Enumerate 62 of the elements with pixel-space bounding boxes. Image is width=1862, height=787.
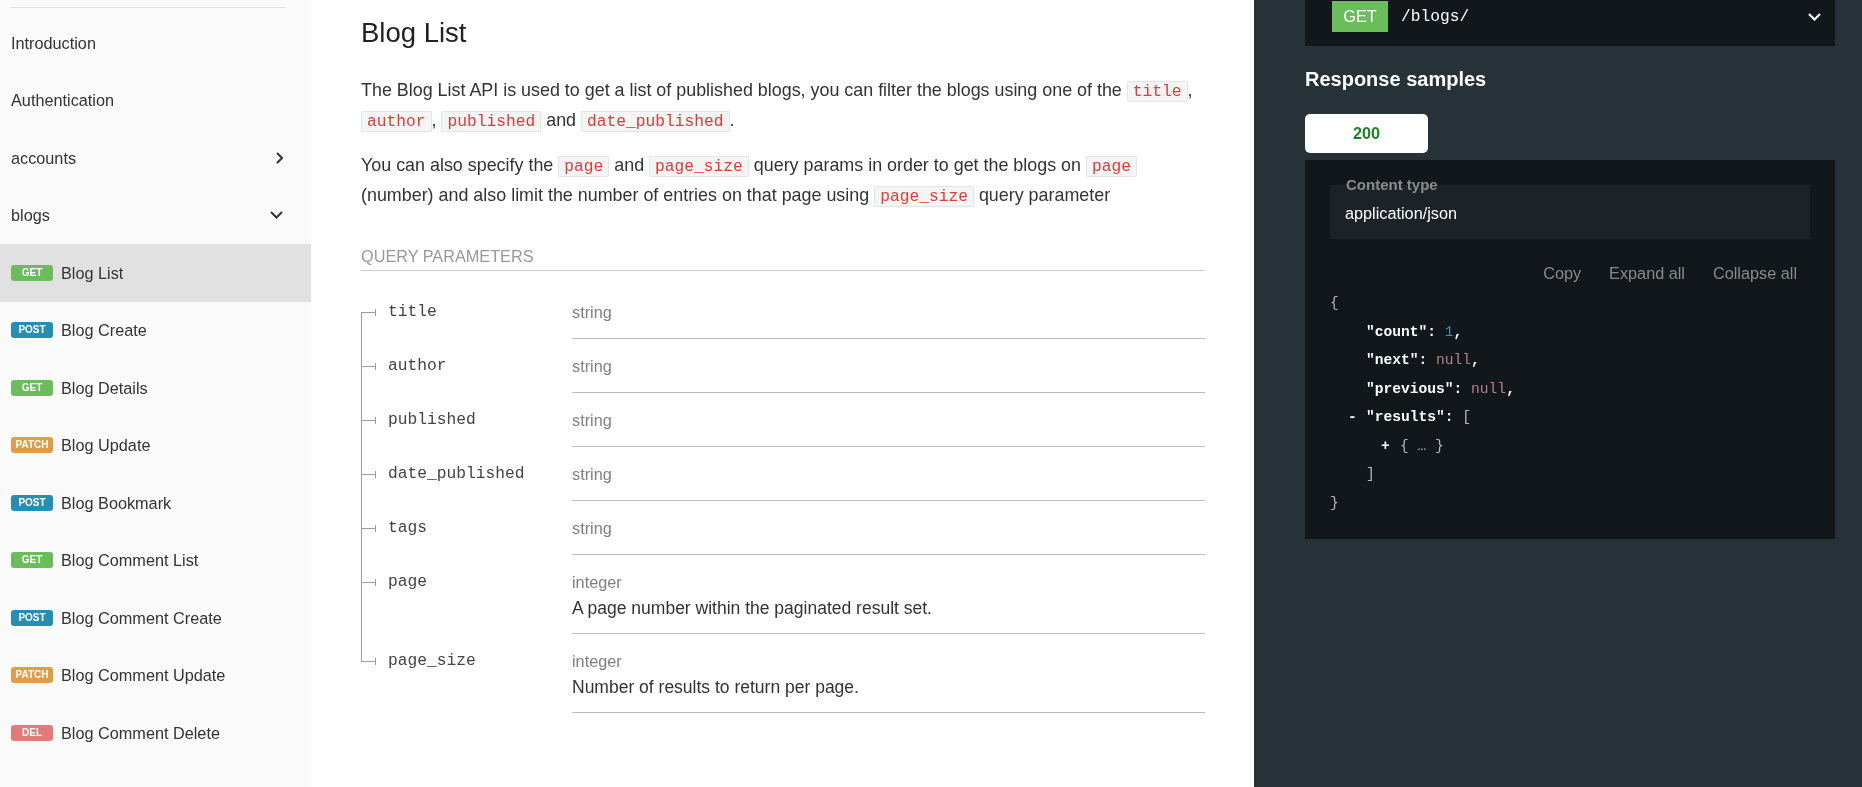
action-button[interactable]: Expand all [1604, 261, 1690, 285]
param-type: string [572, 464, 612, 484]
collapse-toggle[interactable]: - [1348, 407, 1357, 428]
param-type: string [572, 410, 612, 430]
description-paragraph: The Blog List API is used to get a list of published blogs, you can filter the blogs using one of the title , author , published and date_published . [361, 78, 1194, 134]
sidebar-item[interactable]: GET Blog List [0, 244, 311, 302]
code-line: "previous": null, [1366, 379, 1515, 399]
method-badge: GET [11, 552, 53, 569]
expand-toggle[interactable]: + [1381, 435, 1390, 456]
param-name: published [388, 410, 476, 430]
param-description: Number of results to return per page. [572, 676, 859, 698]
sidebar-item[interactable]: POST Blog Bookmark [0, 474, 311, 532]
method-badge: PATCH [11, 437, 53, 454]
endpoint-bar[interactable]: GET /blogs/ [1305, 0, 1835, 46]
sidebar-item[interactable]: Introduction [0, 14, 311, 72]
status-tab[interactable]: 200 [1305, 114, 1428, 153]
method-badge: DEL [11, 724, 53, 741]
method-badge: GET [11, 379, 53, 396]
sidebar-item[interactable]: PATCH Blog Comment Update [0, 646, 311, 704]
param-name: page_size [388, 651, 476, 671]
param-type: integer [572, 572, 622, 592]
code-line: ] [1366, 465, 1375, 484]
code-line: { [1330, 294, 1339, 313]
chevron-down-icon [1808, 13, 1821, 21]
section-heading: QUERY PARAMETERS [361, 245, 534, 266]
method-badge: POST [11, 609, 53, 626]
method-badge: GET [1332, 1, 1388, 32]
param-name: author [388, 356, 447, 376]
field-label: Content type [1345, 176, 1438, 194]
method-badge: POST [11, 494, 53, 511]
param-type: string [572, 518, 612, 538]
param-type: integer [572, 651, 622, 671]
sidebar-item[interactable]: POST Blog Comment Create [0, 589, 311, 647]
method-badge: PATCH [11, 667, 53, 684]
code-line: "count": 1, [1366, 322, 1463, 342]
sidebar-group[interactable]: accounts [0, 129, 311, 187]
sidebar-item[interactable]: POST Blog Create [0, 301, 311, 359]
code-line: "results": [ [1366, 408, 1472, 427]
sidebar-item[interactable]: DEL Blog Comment Delete [0, 704, 311, 762]
endpoint-path: /blogs/ [1401, 6, 1470, 28]
code-line: { … } [1400, 436, 1444, 456]
code-line: } [1330, 493, 1339, 513]
param-description: A page number within the paginated result set. [572, 597, 932, 619]
description-paragraph: You can also specify the page and page_size query params in order to get the blogs on page (number) and also limit the number of entries on that page using page_size query parameter [361, 150, 1205, 211]
param-type: string [572, 302, 612, 322]
code-line: "next": null, [1366, 351, 1480, 370]
method-badge: GET [11, 264, 53, 281]
operation-title: Blog List [361, 16, 467, 50]
param-name: date_published [388, 464, 525, 484]
panel-heading: Response samples [1305, 67, 1487, 91]
sidebar-item[interactable]: GET Blog Comment List [0, 531, 311, 589]
param-type: string [572, 356, 612, 376]
sidebar-group[interactable]: blogs [0, 186, 311, 244]
action-button[interactable]: Copy [1538, 261, 1587, 285]
action-button[interactable]: Collapse all [1708, 261, 1802, 285]
param-name: title [388, 302, 437, 322]
method-badge: POST [11, 322, 53, 339]
sidebar-item[interactable]: PATCH Blog Update [0, 416, 311, 474]
param-name: tags [388, 518, 427, 538]
sidebar-item[interactable]: GET Blog Details [0, 359, 311, 417]
sidebar-item[interactable]: Authentication [0, 71, 311, 129]
param-name: page [388, 572, 427, 592]
